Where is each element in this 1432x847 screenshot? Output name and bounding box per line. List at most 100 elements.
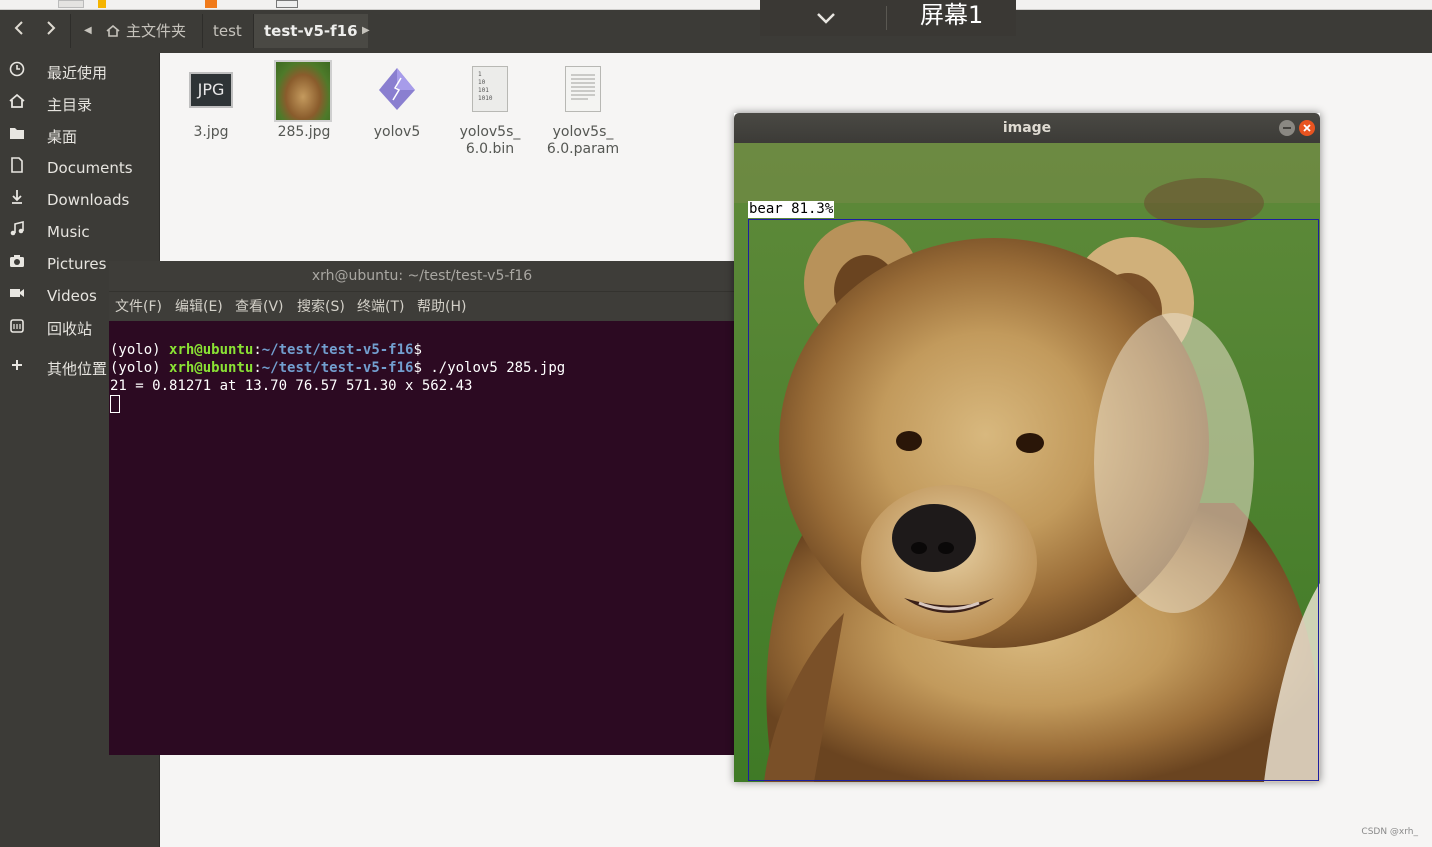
menu-help[interactable]: 帮助(H) (417, 292, 466, 322)
file-name-line2: 6.0.bin (465, 141, 515, 157)
sidebar-item-recent[interactable]: 最近使用 (47, 59, 107, 87)
top-strip (0, 0, 1432, 10)
file-yolov5s-bin[interactable]: 1 10 101 1010 yolov5s_ 6.0.bin (445, 60, 535, 158)
terminal-line: (yolo) xrh@ubuntu:~/test/test-v5-f16$ ./… (110, 360, 566, 376)
prompt-user: xrh@ubuntu (169, 342, 254, 358)
file-name: yolov5s_ 6.0.bin (445, 124, 535, 158)
home-icon (106, 25, 120, 37)
back-button[interactable] (4, 14, 34, 48)
menu-file[interactable]: 文件(F) (115, 292, 162, 322)
image-window-title: image (734, 113, 1320, 143)
sidebar-item-pictures[interactable]: Pictures (47, 250, 106, 278)
detection-label: bear 81.3% (748, 201, 835, 218)
bear-thumbnail (274, 60, 332, 122)
env-prefix: (yolo) (110, 342, 170, 358)
prompt-path: ~/test/test-v5-f16 (261, 342, 414, 358)
file-3-jpg[interactable]: JPG 3.jpg (166, 60, 256, 141)
prompt-user: xrh@ubuntu (169, 360, 254, 376)
folder-icon[interactable] (5, 124, 29, 148)
document-icon[interactable] (5, 156, 29, 180)
image-window[interactable]: image bear 81.3% (734, 113, 1320, 782)
icon-fragment (98, 0, 106, 8)
menu-search[interactable]: 搜索(S) (297, 292, 345, 322)
minimize-icon[interactable] (1279, 120, 1295, 136)
text-file-icon (553, 60, 613, 120)
home-icon[interactable] (5, 92, 29, 116)
terminal-output-line: 21 = 0.81271 at 13.70 76.57 571.30 x 562… (110, 378, 473, 394)
file-name: yolov5s_ 6.0.param (538, 124, 628, 158)
launcher (0, 53, 34, 847)
image-thumbnail (274, 60, 334, 122)
chevron-down-icon (817, 13, 835, 24)
terminal-title: xrh@ubuntu: ~/test/test-v5-f16 (109, 261, 735, 291)
menu-edit[interactable]: 编辑(E) (175, 292, 223, 322)
file-name-line1: yolov5s_ (459, 124, 521, 140)
file-285-jpg[interactable]: 285.jpg (259, 60, 349, 141)
crumb-label: 主文件夹 (126, 22, 187, 40)
plus-icon[interactable] (5, 356, 29, 380)
sidebar-item-downloads[interactable]: Downloads (47, 186, 129, 214)
binary-line: 1 (478, 71, 482, 78)
crumb-left-arrow[interactable]: ◀ (84, 14, 92, 48)
crumb-home[interactable]: 主文件夹 (96, 14, 196, 48)
menu-view[interactable]: 查看(V) (235, 292, 284, 322)
video-icon[interactable] (5, 284, 29, 308)
sidebar-item-documents[interactable]: Documents (47, 154, 133, 182)
sidebar-item-other-locations[interactable]: 其他位置 (47, 355, 107, 383)
binary-line: 101 (478, 87, 489, 94)
file-name-line1: yolov5s_ (552, 124, 614, 140)
prompt-path: ~/test/test-v5-f16 (261, 360, 414, 376)
detection-box (748, 219, 1319, 781)
terminal-output[interactable]: (yolo) xrh@ubuntu:~/test/test-v5-f16$ (yo… (110, 341, 565, 413)
sidebar-item-trash[interactable]: 回收站 (47, 315, 92, 343)
terminal-cursor (110, 395, 120, 413)
text-file-page (565, 66, 601, 112)
binary-file-page: 1 10 101 1010 (472, 66, 508, 112)
crumb-right-arrow[interactable]: ▶ (362, 14, 370, 48)
download-icon[interactable] (5, 188, 29, 212)
file-name: 3.jpg (193, 124, 229, 140)
file-yolov5s-param[interactable]: yolov5s_ 6.0.param (538, 60, 628, 158)
close-icon[interactable] (1299, 120, 1315, 136)
file-yolov5[interactable]: yolov5 (352, 60, 442, 141)
crumb-current[interactable]: test-v5-f16 (254, 14, 368, 48)
screen-indicator[interactable]: 屏幕1 (760, 0, 1016, 36)
forward-button[interactable] (36, 14, 66, 48)
jpg-file-icon: JPG (181, 60, 241, 120)
terminal-cursor-line (110, 395, 565, 413)
jpg-icon-label: JPG (189, 72, 233, 108)
sidebar-item-videos[interactable]: Videos (47, 282, 97, 310)
sidebar-item-home[interactable]: 主目录 (47, 91, 92, 119)
watermark: CSDN @xrh_ (1361, 827, 1418, 837)
chevron-left-icon (14, 21, 23, 35)
binary-file-icon: 1 10 101 1010 (460, 60, 520, 120)
menu-terminal[interactable]: 终端(T) (357, 292, 404, 322)
binary-line: 10 (478, 79, 486, 86)
divider (886, 6, 887, 30)
terminal-menu-bar: 文件(F) 编辑(E) 查看(V) 搜索(S) 终端(T) 帮助(H) (109, 291, 735, 321)
icon-fragment (276, 0, 298, 8)
sidebar-item-desktop[interactable]: 桌面 (47, 123, 77, 151)
binary-file-digits: 1 10 101 1010 (473, 67, 507, 103)
tab-fragment (58, 0, 84, 8)
path-bar: ◀ 主文件夹 test test-v5-f16 ▶ (0, 10, 1432, 53)
trash-icon[interactable] (5, 316, 29, 340)
file-name: yolov5 (373, 124, 421, 140)
terminal-window[interactable]: xrh@ubuntu: ~/test/test-v5-f16 文件(F) 编辑(… (109, 261, 735, 755)
env-prefix: (yolo) (110, 360, 170, 376)
binary-line: 1010 (478, 95, 493, 102)
crumb-test[interactable]: test (203, 14, 252, 48)
screen-label: 屏幕1 (920, 1, 984, 29)
command-text: ./yolov5 285.jpg (421, 360, 566, 376)
file-name: 285.jpg (277, 124, 331, 140)
music-icon[interactable] (5, 220, 29, 244)
chevron-right-icon (47, 21, 56, 35)
icon-fragment (205, 0, 217, 8)
separator (70, 14, 71, 48)
clock-icon[interactable] (5, 60, 29, 84)
terminal-line: (yolo) xrh@ubuntu:~/test/test-v5-f16$ (110, 342, 422, 358)
bear-photo: bear 81.3% (734, 143, 1320, 782)
file-name-line2: 6.0.param (546, 141, 620, 157)
sidebar-item-music[interactable]: Music (47, 218, 90, 246)
camera-icon[interactable] (5, 252, 29, 276)
